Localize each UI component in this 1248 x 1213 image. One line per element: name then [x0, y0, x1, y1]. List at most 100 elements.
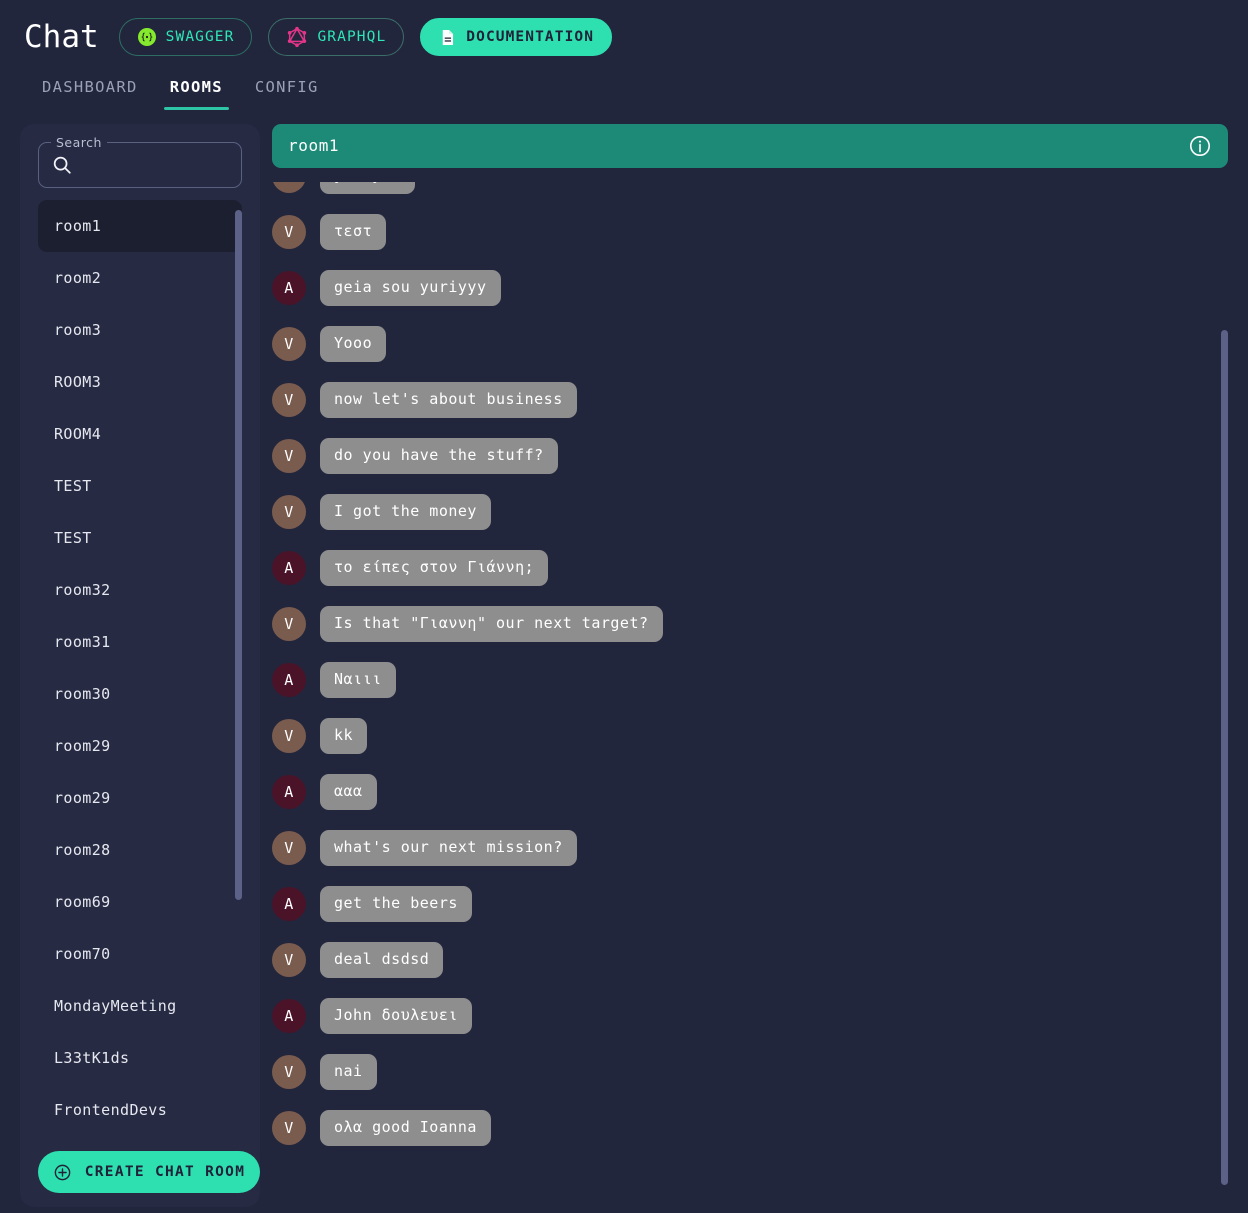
avatar: V	[272, 1055, 306, 1089]
sidebar-room-item[interactable]: room70	[38, 928, 242, 980]
avatar: V	[272, 439, 306, 473]
sidebar-room-item[interactable]: MondayMeeting	[38, 980, 242, 1032]
sidebar-room-label: room29	[54, 789, 111, 807]
message-bubble: Is that "Γιαννη" our next target?	[320, 606, 663, 642]
sidebar-room-item[interactable]: room1	[38, 200, 242, 252]
chat-message: Aτο είπες στον Γιάννη;	[272, 540, 1228, 596]
plus-circle-icon	[53, 1163, 72, 1182]
graphql-button[interactable]: GRAPHQL	[268, 18, 405, 56]
search-label: Search	[51, 135, 107, 150]
sidebar-scrollbar-thumb[interactable]	[235, 210, 242, 900]
sidebar-room-item[interactable]: room30	[38, 668, 242, 720]
sidebar-room-item[interactable]: room29	[38, 720, 242, 772]
sidebar-room-item[interactable]: room2	[38, 252, 242, 304]
avatar: V	[272, 719, 306, 753]
avatar: V	[272, 495, 306, 529]
avatar: V	[272, 1111, 306, 1145]
sidebar-room-label: room30	[54, 685, 111, 703]
message-bubble: το είπες στον Γιάννη;	[320, 550, 549, 586]
sidebar-room-item[interactable]: ROOM3	[38, 356, 242, 408]
avatar: A	[272, 775, 306, 809]
avatar: V	[272, 383, 306, 417]
sidebar-room-item[interactable]: room28	[38, 824, 242, 876]
chat-message: V Yooo	[272, 316, 1228, 372]
chat-message: Vdeal dsdsd	[272, 932, 1228, 988]
message-bubble: what's our next mission?	[320, 830, 577, 866]
sidebar-room-label: L33tK1ds	[54, 1049, 130, 1067]
tab-dashboard[interactable]: DASHBOARD	[26, 68, 154, 110]
main-tabs: DASHBOARD ROOMS CONFIG	[0, 62, 1248, 114]
app-title: Chat	[24, 18, 99, 55]
message-bubble: geia sou yuriyyy	[320, 270, 501, 306]
chat-message: Vkk	[272, 708, 1228, 764]
sidebar-room-item[interactable]: room29	[38, 772, 242, 824]
sidebar-room-label: ROOM3	[54, 373, 102, 391]
graphql-button-label: GRAPHQL	[317, 28, 387, 45]
message-bubble: ααα	[320, 774, 377, 810]
room-header: room1	[272, 124, 1228, 168]
sidebar-room-label: room28	[54, 841, 111, 859]
sidebar-room-label: room2	[54, 269, 102, 287]
chat-panel: room1 Vyes yesVτεστAgeia sou yuriyyyVYoo…	[272, 124, 1228, 1207]
chat-scrollbar-track[interactable]	[1221, 182, 1228, 1198]
message-bubble: yes yes	[320, 182, 415, 194]
sidebar-room-label: ROOM4	[54, 425, 102, 443]
chat-message: Vnai	[272, 1044, 1228, 1100]
message-bubble: Ναιιι	[320, 662, 396, 698]
avatar: A	[272, 551, 306, 585]
message-bubble: now let's about business	[320, 382, 577, 418]
sidebar-room-item[interactable]: ROOM4	[38, 408, 242, 460]
create-chat-room-button[interactable]: CREATE CHAT ROOM	[38, 1151, 260, 1193]
search-box[interactable]: Search	[38, 135, 242, 188]
avatar: V	[272, 327, 306, 361]
sidebar-room-item[interactable]: room3	[38, 304, 242, 356]
message-bubble: ολα good Ioanna	[320, 1110, 491, 1146]
sidebar-room-label: FrontendDevs	[54, 1101, 168, 1119]
tab-rooms[interactable]: ROOMS	[154, 68, 239, 110]
chat-message: Aααα	[272, 764, 1228, 820]
tab-config[interactable]: CONFIG	[239, 68, 335, 110]
sidebar-room-label: room31	[54, 633, 111, 651]
avatar: V	[272, 607, 306, 641]
message-bubble: kk	[320, 718, 368, 754]
sidebar-room-label: room3	[54, 321, 102, 339]
message-bubble: John δουλευει	[320, 998, 472, 1034]
message-bubble: I got the money	[320, 494, 491, 530]
documentation-button-label: DOCUMENTATION	[466, 28, 595, 45]
search-icon	[51, 154, 73, 180]
avatar: V	[272, 215, 306, 249]
sidebar-room-item[interactable]: room31	[38, 616, 242, 668]
chat-scrollbar-thumb[interactable]	[1221, 330, 1228, 1185]
sidebar-room-item[interactable]: L33tK1ds	[38, 1032, 242, 1084]
room-list[interactable]: room1 room2 room3 ROOM3 ROOM4 TEST TEST room32 r…	[34, 200, 242, 1160]
chat-message: Vτεστ	[272, 204, 1228, 260]
avatar: A	[272, 887, 306, 921]
chat-message: A Ναιιι	[272, 652, 1228, 708]
chat-message: Vyes yes	[272, 182, 1228, 204]
chat-message: V I got the money	[272, 484, 1228, 540]
sidebar-scrollbar-track[interactable]	[235, 200, 242, 1160]
avatar: A	[272, 271, 306, 305]
sidebar-room-item[interactable]: room69	[38, 876, 242, 928]
sidebar-room-item[interactable]: room32	[38, 564, 242, 616]
sidebar-room-item[interactable]: TEST	[38, 460, 242, 512]
top-bar: Chat SWAGGER GRAPHQL DOCUMENTATION	[0, 0, 1248, 62]
info-icon[interactable]	[1188, 134, 1212, 158]
sidebar-room-item[interactable]: TEST	[38, 512, 242, 564]
sidebar-room-item[interactable]: FrontendDevs	[38, 1084, 242, 1136]
avatar: V	[272, 943, 306, 977]
message-bubble: do you have the stuff?	[320, 438, 558, 474]
swagger-icon	[137, 27, 157, 47]
swagger-button[interactable]: SWAGGER	[118, 18, 253, 56]
message-bubble: deal dsdsd	[320, 942, 444, 978]
message-bubble: τεστ	[320, 214, 387, 250]
message-list[interactable]: Vyes yesVτεστAgeia sou yuriyyyVYoooVnow …	[272, 182, 1228, 1198]
sidebar-room-label: room29	[54, 737, 111, 755]
app-root: Chat SWAGGER GRAPHQL DOCUMENTATION DASHB…	[0, 0, 1248, 1213]
rooms-sidebar: Search room1 room2 room3 ROOM3 ROOM4 TEST TEST…	[20, 124, 260, 1207]
message-bubble: get the beers	[320, 886, 472, 922]
avatar: A	[272, 999, 306, 1033]
chat-message: Aget the beers	[272, 876, 1228, 932]
documentation-button[interactable]: DOCUMENTATION	[420, 18, 613, 56]
document-icon	[438, 28, 457, 47]
